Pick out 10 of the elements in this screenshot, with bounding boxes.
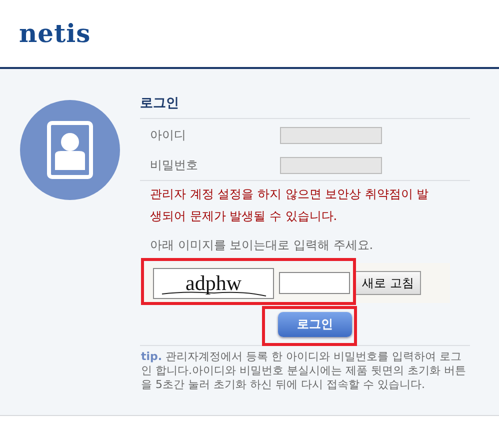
field-label: 아이디 [149, 126, 187, 144]
login-title: 로그인 [140, 96, 179, 111]
logo: netis [19, 19, 91, 48]
field-label: 비밀번호 [149, 156, 199, 174]
warning-text: 관리자 계정 설정을 하지 않으면 보안상 취약점이 발생되어 문제가 발생될 수 있습니다. [149, 186, 430, 225]
captcha-input-field[interactable] [279, 272, 350, 294]
refresh-button[interactable]: 새로 고침 [355, 271, 421, 295]
captcha-instruction: 아래 이미지를 보이는대로 입력해 주세요. [149, 237, 374, 254]
captcha-image: adphw [153, 268, 274, 298]
tip-text: tip. 관리자계정에서 등록 한 아이디와 비밀번호를 입력하여 로그인 합니다.아이디와 비밀번호 분실시에는 제품 뒷면의 초기화 버튼을 5초간 눌러 초기화 하신 뒤에 다시 접속할 수 있습니다. [140, 349, 467, 392]
